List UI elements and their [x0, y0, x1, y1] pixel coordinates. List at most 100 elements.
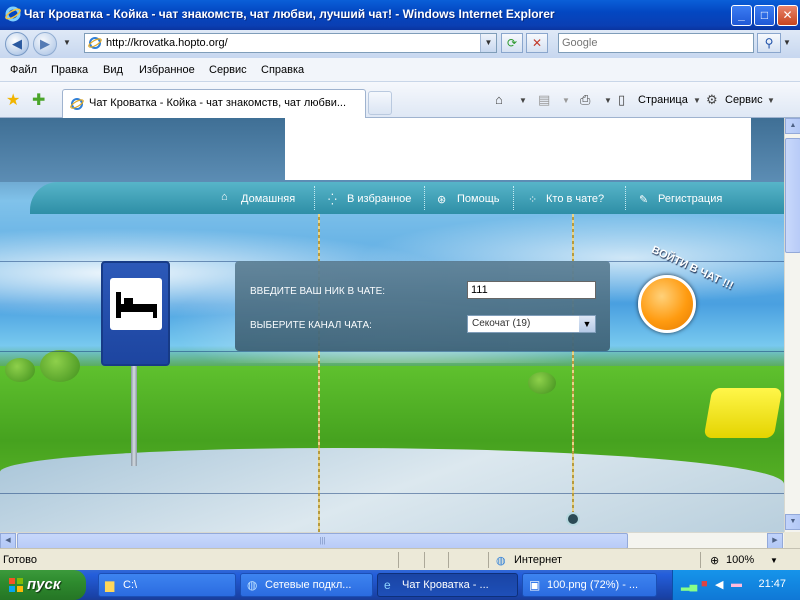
search-field[interactable] [558, 33, 754, 53]
favorites-star-icon[interactable]: ★ [6, 90, 20, 110]
sparkle-icon[interactable]: ⁛ [328, 193, 337, 206]
nick-input[interactable] [467, 281, 596, 299]
horizontal-scrollbar[interactable]: ◀ ||| ▶ [0, 532, 784, 549]
taskbar-item-drive-c[interactable]: ▆ C:\ [98, 573, 236, 597]
address-url[interactable]: http://krovatka.hopto.org/ [106, 37, 228, 49]
close-button[interactable]: ✕ [777, 5, 798, 26]
network-icon: ◍ [247, 578, 258, 592]
taskbar-item-network[interactable]: ◍ Сетевые подкл... [240, 573, 373, 597]
nav-help[interactable]: Помощь [457, 193, 500, 205]
windows-logo-icon [9, 578, 23, 592]
banner-placeholder [285, 118, 751, 180]
bed-sign-plate [110, 278, 162, 330]
enter-chat-button[interactable] [638, 275, 696, 333]
menu-tools[interactable]: Сервис [209, 64, 247, 76]
clock[interactable]: 21:47 [758, 578, 786, 590]
taskbar-item-label: 100.png (72%) - ... [547, 579, 639, 591]
nav-register[interactable]: Регистрация [658, 193, 722, 205]
scroll-up-icon[interactable]: ▲ [785, 118, 800, 134]
refresh-icon[interactable]: ⟳ [501, 33, 523, 53]
stop-icon[interactable]: ✕ [526, 33, 548, 53]
start-label: пуск [27, 576, 61, 593]
taskbar-item-label: Сетевые подкл... [265, 579, 352, 591]
vertical-scrollbar[interactable]: ▲ ▼ [784, 118, 800, 532]
search-options-icon[interactable]: ▼ [783, 38, 791, 47]
nav-favorites[interactable]: В избранное [347, 193, 411, 205]
address-bar[interactable]: http://krovatka.hopto.org/ ▼ [84, 33, 497, 53]
minimize-button[interactable]: _ [731, 5, 752, 26]
forward-button[interactable]: ▶ [33, 32, 57, 56]
yellow-couch [703, 388, 783, 438]
status-separator [488, 552, 489, 568]
search-icon[interactable]: ⚲ [757, 33, 781, 53]
print-dropdown-icon[interactable]: ▼ [604, 96, 612, 105]
menu-view[interactable]: Вид [103, 64, 123, 76]
zoom-dropdown-icon[interactable]: ▼ [770, 556, 778, 565]
taskbar-item-label: Чат Кроватка - ... [402, 579, 489, 591]
menu-favorites[interactable]: Избранное [139, 64, 195, 76]
bed-icon [116, 292, 157, 318]
zoom-icon[interactable]: ⊕ [710, 554, 719, 567]
menu-help[interactable]: Справка [261, 64, 304, 76]
page-dropdown-icon[interactable]: ▼ [693, 96, 701, 105]
scroll-right-icon[interactable]: ▶ [767, 533, 783, 549]
globe-icon: ◍ [496, 555, 506, 567]
status-separator [398, 552, 399, 568]
tree [40, 350, 80, 382]
tree [528, 372, 556, 394]
nav-separator [424, 186, 425, 210]
start-button[interactable]: пуск [0, 570, 86, 600]
page-menu-button[interactable]: Страница [638, 94, 688, 106]
rope [572, 214, 574, 519]
tools-menu-button[interactable]: Сервис [725, 94, 763, 106]
taskbar: пуск ▆ C:\ ◍ Сетевые подкл... e Чат Кров… [0, 570, 800, 600]
channel-label: ВЫБЕРИТЕ КАНАЛ ЧАТА: [250, 320, 372, 331]
home-icon[interactable]: ⌂ [495, 92, 503, 107]
chevron-down-icon[interactable]: ▼ [579, 316, 595, 332]
address-dropdown-icon[interactable]: ▼ [480, 34, 496, 52]
zoom-level[interactable]: 100% [726, 554, 754, 566]
home-dropdown-icon[interactable]: ▼ [519, 96, 527, 105]
gear-icon[interactable]: ⚙ [706, 92, 718, 108]
tab-active[interactable]: Чат Кроватка - Койка - чат знакомств, ча… [62, 89, 366, 118]
nav-home[interactable]: Домашняя [241, 193, 295, 205]
add-favorite-icon[interactable]: ✚ [32, 90, 45, 110]
channel-select[interactable]: Секочат (19) ▼ [467, 315, 596, 333]
search-input[interactable] [559, 34, 749, 52]
menu-file[interactable]: Файл [10, 64, 37, 76]
scroll-left-icon[interactable]: ◀ [0, 533, 16, 549]
window-title-bar[interactable]: Чат Кроватка - Койка - чат знакомств, ча… [0, 0, 800, 30]
tree [5, 358, 35, 382]
flag-icon[interactable]: ▬ [731, 578, 742, 590]
help-icon[interactable]: ⊛ [437, 193, 446, 206]
taskbar-item-ie[interactable]: e Чат Кроватка - ... [377, 573, 518, 597]
back-button[interactable]: ◀ [5, 32, 29, 56]
feeds-dropdown-icon[interactable]: ▼ [562, 96, 570, 105]
print-icon[interactable]: ⎙ [580, 92, 590, 108]
nav-who-online[interactable]: Кто в чате? [546, 193, 604, 205]
vertical-scroll-thumb[interactable] [785, 138, 800, 253]
home-icon[interactable]: ⌂ [221, 191, 228, 203]
taskbar-item-image[interactable]: ▣ 100.png (72%) - ... [522, 573, 657, 597]
signal-icon[interactable]: ▂▄ [681, 578, 697, 591]
maximize-button[interactable]: □ [754, 5, 775, 26]
divider-line [0, 493, 784, 494]
page-menu-icon[interactable]: ▯ [618, 92, 625, 108]
users-icon[interactable]: ⁘ [528, 193, 537, 206]
tools-dropdown-icon[interactable]: ▼ [767, 96, 775, 105]
status-separator [424, 552, 425, 568]
status-separator [700, 552, 701, 568]
new-tab-button[interactable] [368, 91, 392, 115]
menu-edit[interactable]: Правка [51, 64, 88, 76]
pencil-icon[interactable]: ✎ [639, 193, 648, 206]
nav-separator [625, 186, 626, 210]
history-dropdown-icon[interactable]: ▼ [63, 38, 71, 47]
scroll-down-icon[interactable]: ▼ [785, 514, 800, 530]
image-file-icon: ▣ [529, 578, 541, 592]
menu-bar: Файл Правка Вид Избранное Сервис Справка [0, 58, 800, 82]
volume-icon[interactable]: ◀ [715, 578, 723, 591]
tray-app-icon[interactable]: ■ [701, 578, 708, 590]
feeds-icon[interactable]: ▤ [538, 92, 550, 108]
nick-label: ВВЕДИТЕ ВАШ НИК В ЧАТЕ: [250, 286, 386, 297]
horizontal-scroll-thumb[interactable]: ||| [17, 533, 628, 549]
